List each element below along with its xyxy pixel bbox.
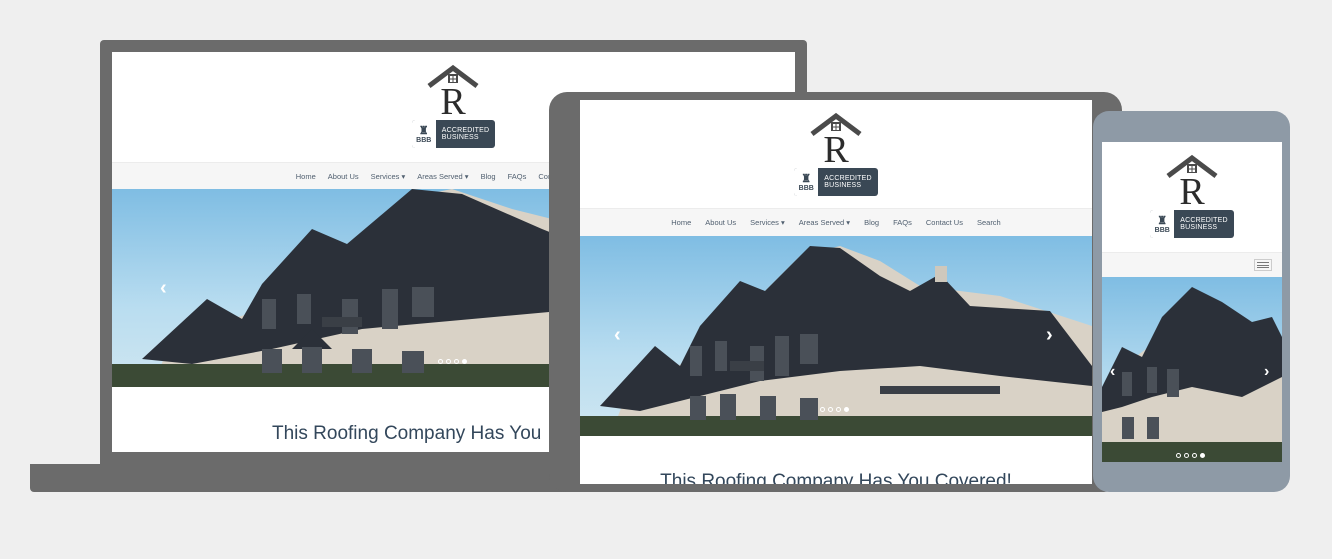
house-logo-icon: R [427,64,479,116]
slider-dot[interactable] [438,359,443,364]
bbb-torch-icon: ♜ BBB [411,120,436,148]
slider-dot[interactable] [446,359,451,364]
navbar: Home About Us Services ▾ Areas Served ▾ … [580,208,1092,236]
nav-areas-served[interactable]: Areas Served ▾ [799,218,850,227]
bbb-badge[interactable]: ♜ BBB ACCREDITED BUSINESS [411,120,496,148]
nav-about-us[interactable]: About Us [328,172,359,181]
bbb-torch-icon: ♜ BBB [794,168,819,196]
nav-faqs[interactable]: FAQs [508,172,527,181]
slider-dot[interactable] [454,359,459,364]
chevron-right-icon[interactable]: › [1046,324,1053,347]
nav-services[interactable]: Services ▾ [371,172,406,181]
chevron-right-icon[interactable]: › [1264,363,1269,381]
site-header: R ♜ BBB ACCREDITED BUSINESS [580,100,1092,208]
bbb-line2: BUSINESS [441,134,479,141]
chevron-left-icon[interactable]: ‹ [1110,363,1115,381]
slider-dots [820,407,849,412]
bbb-line2: BUSINESS [1180,224,1218,231]
chevron-left-icon[interactable]: ‹ [614,324,621,347]
nav-contact-us[interactable]: Contact Us [926,218,963,227]
hero-slider: ‹ › [580,236,1092,436]
logo[interactable]: R ♜ BBB ACCREDITED BUSINESS [794,112,878,196]
tablet-screen: R ♜ BBB ACCREDITED BUSINESS Home About Us… [580,100,1092,484]
slider-dots [438,359,467,364]
slider-dot-active[interactable] [844,407,849,412]
slider-dot-active[interactable] [1200,453,1205,458]
logo[interactable]: R ♜ BBB ACCREDITED BUSINESS [1150,154,1234,238]
logo-letter: R [441,81,467,116]
hero-slider: ‹ › [1102,277,1282,462]
bbb-line1: ACCREDITED [441,126,490,134]
logo-letter: R [1179,171,1205,206]
menu-icon[interactable] [1254,259,1272,271]
house-photo [580,246,1092,436]
bbb-line2: BUSINESS [824,182,862,189]
phone-screen: R ♜ BBB ACCREDITED BUSINESS ‹ › [1102,142,1282,462]
slider-dots [1176,453,1205,458]
slider-dot[interactable] [1184,453,1189,458]
slider-dot[interactable] [836,407,841,412]
nav-services[interactable]: Services ▾ [750,218,785,227]
navbar [1102,252,1282,277]
house-logo-icon: R [1166,154,1218,206]
bbb-badge[interactable]: ♜ BBB ACCREDITED BUSINESS [1150,210,1234,238]
nav-home[interactable]: Home [671,218,691,227]
nav-blog[interactable]: Blog [481,172,496,181]
bbb-badge[interactable]: ♜ BBB ACCREDITED BUSINESS [794,168,878,196]
slider-dot-active[interactable] [462,359,467,364]
chevron-left-icon[interactable]: ‹ [160,277,167,300]
bbb-line1: ACCREDITED [1180,216,1228,224]
slider-dot[interactable] [1176,453,1181,458]
logo-letter: R [823,129,849,164]
bbb-line1: ACCREDITED [824,174,872,182]
house-logo-icon: R [810,112,862,164]
slider-dot[interactable] [1192,453,1197,458]
bbb-torch-icon: ♜ BBB [1150,210,1175,238]
slider-dot[interactable] [828,407,833,412]
page-headline: This Roofing Company Has You Covered! [660,471,1012,484]
nav-about-us[interactable]: About Us [705,218,736,227]
site-header: R ♜ BBB ACCREDITED BUSINESS [1102,142,1282,252]
logo[interactable]: R ♜ BBB ACCREDITED BUSINESS [411,64,496,148]
nav-areas-served[interactable]: Areas Served ▾ [417,172,468,181]
nav-blog[interactable]: Blog [864,218,879,227]
nav-faqs[interactable]: FAQs [893,218,912,227]
house-photo [1102,287,1282,462]
nav-home[interactable]: Home [296,172,316,181]
nav-search[interactable]: Search [977,218,1001,227]
slider-dot[interactable] [820,407,825,412]
